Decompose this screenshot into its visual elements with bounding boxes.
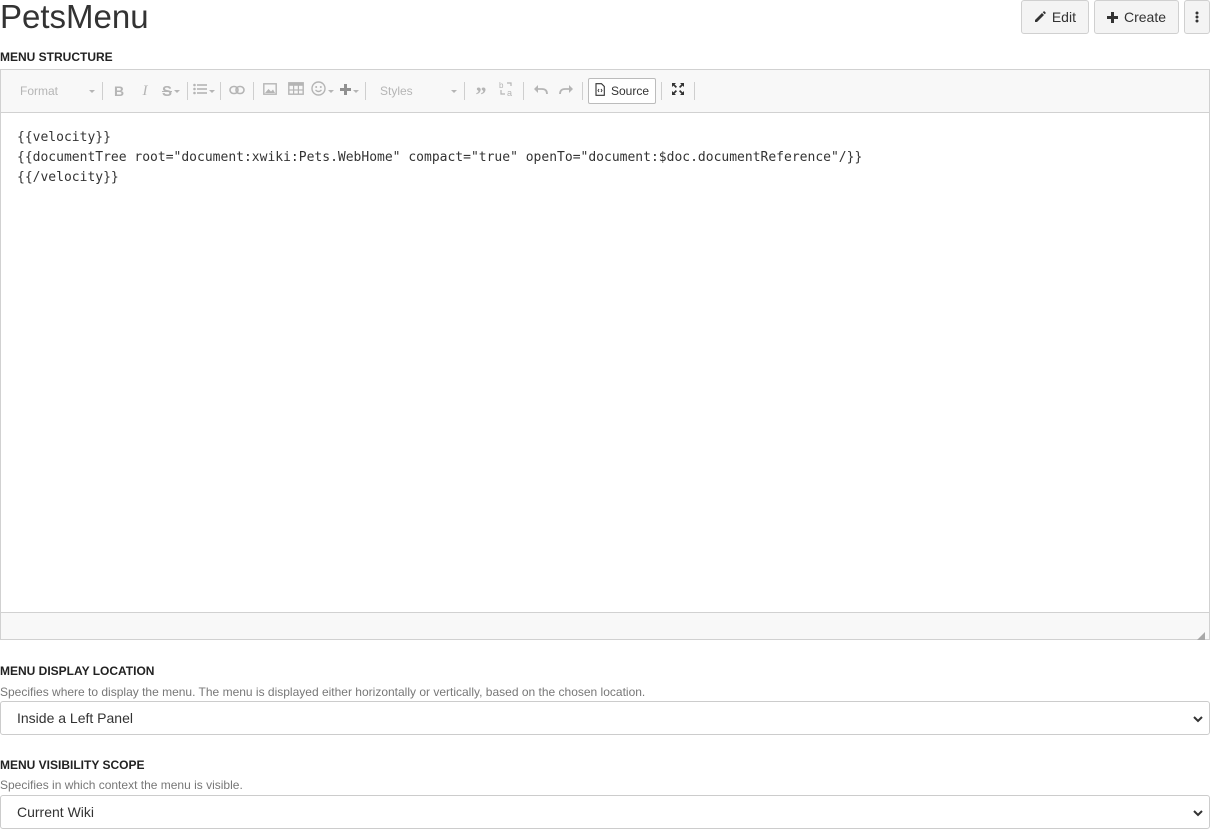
svg-text:a: a xyxy=(507,88,512,97)
maximize-icon xyxy=(671,82,685,101)
image-button[interactable] xyxy=(257,78,283,104)
styles-dropdown[interactable]: Styles xyxy=(369,78,461,104)
more-vertical-icon xyxy=(1195,11,1199,23)
display-location-select[interactable]: Inside a Left Panel xyxy=(0,701,1210,735)
toolbar-separator xyxy=(661,82,663,100)
chevron-down-icon xyxy=(451,89,457,93)
pencil-icon xyxy=(1034,11,1046,23)
bold-icon: B xyxy=(113,83,125,99)
toolbar-separator xyxy=(464,82,465,100)
display-location-value: Inside a Left Panel xyxy=(17,710,133,726)
redo-icon xyxy=(558,82,574,100)
chevron-down-icon xyxy=(89,89,95,93)
editor-toolbar: Format B I S Styles ” b a Source xyxy=(1,70,1209,113)
toolbar-separator xyxy=(253,82,254,100)
resize-handle-icon[interactable] xyxy=(1197,627,1205,640)
page-title: PetsMenu xyxy=(0,0,149,35)
toolbar-separator xyxy=(694,82,696,100)
table-button[interactable] xyxy=(283,78,309,104)
menu-structure-editor: Format B I S Styles ” b a Source {{veloc… xyxy=(0,69,1210,640)
edit-button[interactable]: Edit xyxy=(1020,0,1089,34)
create-button[interactable]: Create xyxy=(1093,0,1179,34)
display-location-hint: Specifies where to display the menu. The… xyxy=(0,685,646,699)
italic-button[interactable]: I xyxy=(132,78,158,104)
display-location-label: MENU DISPLAY LOCATION xyxy=(0,664,155,678)
italic-icon: I xyxy=(142,82,148,99)
styles-dropdown-label: Styles xyxy=(380,84,413,98)
toolbar-separator xyxy=(102,82,103,100)
insert-button[interactable] xyxy=(336,78,362,104)
format-dropdown-label: Format xyxy=(20,84,59,98)
link-button[interactable] xyxy=(224,78,250,104)
image-icon xyxy=(263,82,277,100)
redo-button[interactable] xyxy=(553,78,579,104)
chevron-down-icon xyxy=(328,89,334,93)
chevron-down-icon xyxy=(209,89,215,93)
list-button[interactable] xyxy=(191,78,217,104)
toolbar-separator xyxy=(220,82,221,100)
chevron-down-icon xyxy=(1193,710,1203,726)
quote-icon: ” xyxy=(475,82,487,107)
emoji-button[interactable] xyxy=(309,78,336,104)
editor-status-bar xyxy=(1,612,1209,640)
format-dropdown[interactable]: Format xyxy=(9,78,99,104)
source-line: {{documentTree root="document:xwiki:Pets… xyxy=(17,150,863,165)
source-textarea[interactable]: {{velocity}} {{documentTree root="docume… xyxy=(1,113,1209,613)
bold-button[interactable]: B xyxy=(106,78,132,104)
undo-icon xyxy=(533,82,548,100)
source-line: {{velocity}} xyxy=(17,130,111,145)
visibility-scope-label: MENU VISIBILITY SCOPE xyxy=(0,758,145,772)
source-button-label: Source xyxy=(611,84,650,98)
toolbar-separator xyxy=(523,82,524,100)
table-icon xyxy=(288,82,304,100)
link-icon xyxy=(229,82,245,100)
source-line: {{/velocity}} xyxy=(17,170,119,185)
strikethrough-icon: S xyxy=(161,82,172,100)
visibility-scope-select[interactable]: Current Wiki xyxy=(0,795,1210,829)
toolbar-separator xyxy=(187,82,188,100)
toolbar-separator xyxy=(582,82,583,100)
more-actions-button[interactable] xyxy=(1184,0,1210,34)
plus-icon xyxy=(339,82,351,100)
source-button[interactable]: Source xyxy=(588,78,657,104)
visibility-scope-value: Current Wiki xyxy=(17,804,95,820)
create-button-label: Create xyxy=(1123,9,1166,25)
edit-button-label: Edit xyxy=(1051,9,1076,25)
plus-icon xyxy=(1106,11,1118,23)
smiley-icon xyxy=(311,81,326,101)
chevron-down-icon xyxy=(1193,804,1203,820)
svg-text:b: b xyxy=(499,81,504,90)
find-replace-icon: ba xyxy=(499,81,515,102)
list-icon xyxy=(193,82,207,100)
undo-button[interactable] xyxy=(527,78,553,104)
chevron-down-icon xyxy=(174,89,180,93)
toolbar-separator xyxy=(365,82,366,100)
chevron-down-icon xyxy=(352,89,359,93)
visibility-scope-hint: Specifies in which context the menu is v… xyxy=(0,778,243,792)
find-replace-button[interactable]: ba xyxy=(494,78,520,104)
menu-structure-label: MENU STRUCTURE xyxy=(0,50,113,64)
maximize-button[interactable] xyxy=(665,78,691,104)
strikethrough-button[interactable]: S xyxy=(158,78,184,104)
page-actions: Edit Create xyxy=(1020,0,1210,34)
source-file-icon xyxy=(595,83,605,99)
blockquote-button[interactable]: ” xyxy=(468,78,494,107)
